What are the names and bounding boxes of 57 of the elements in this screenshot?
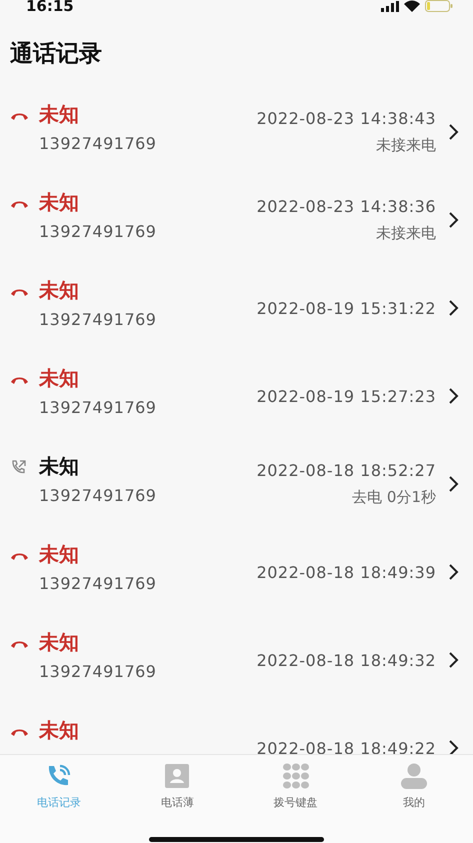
phone-number: 13927491769: [39, 310, 158, 329]
dialpad-icon: [282, 763, 310, 789]
tab[interactable]: 电话薄: [118, 755, 236, 815]
call-record-row[interactable]: 未知 13927491769 2022-08-18 18:49:32: [0, 616, 473, 704]
caller-name: 未知: [39, 541, 79, 568]
phone-number: 13927491769: [39, 222, 158, 241]
chevron-right-icon[interactable]: [448, 475, 459, 493]
phone-number: 13927491769: [39, 486, 158, 505]
call-record-row[interactable]: 未知 13927491769 2022-08-23 14:38:36 未接来电: [0, 176, 473, 264]
caller-name: 未知: [39, 453, 79, 480]
caller-name: 未知: [39, 277, 79, 304]
call-detail: 去电 0分1秒: [352, 488, 436, 507]
battery-icon: [425, 0, 453, 12]
chevron-right-icon[interactable]: [448, 563, 459, 581]
tab[interactable]: 我的: [354, 755, 473, 815]
tab-label: 电话薄: [160, 795, 194, 810]
call-record-row[interactable]: 未知 13927491769 2022-08-23 14:38:43 未接来电: [0, 88, 473, 176]
caller-name: 未知: [39, 101, 79, 128]
call-datetime: 2022-08-18 18:52:27: [256, 461, 436, 480]
tab[interactable]: 拨号键盘: [236, 755, 355, 815]
chevron-right-icon[interactable]: [448, 651, 459, 669]
call-detail: 未接来电: [376, 136, 436, 155]
chevron-right-icon[interactable]: [448, 739, 459, 754]
contact-book-icon: [164, 763, 190, 789]
call-record-row[interactable]: 未知 2022-08-18 18:49:22: [0, 704, 473, 754]
call-datetime: 2022-08-18 18:49:39: [256, 562, 436, 582]
page-title: 通话记录: [10, 40, 102, 68]
chevron-right-icon[interactable]: [448, 123, 459, 141]
signal-icon: [381, 0, 399, 12]
caller-name: 未知: [39, 365, 79, 392]
caller-name: 未知: [39, 189, 79, 216]
caller-name: 未知: [39, 717, 79, 744]
call-record-row[interactable]: 未知 13927491769 2022-08-19 15:31:22: [0, 264, 473, 352]
tab-label: 拨号键盘: [274, 795, 318, 810]
call-record-row[interactable]: 未知 13927491769 2022-08-18 18:49:39: [0, 528, 473, 616]
chevron-right-icon[interactable]: [448, 299, 459, 317]
phone-number: 13927491769: [39, 134, 158, 153]
phone-number: 13927491769: [39, 662, 158, 681]
call-datetime: 2022-08-19 15:27:23: [256, 386, 436, 406]
phone-number: 13927491769: [39, 574, 158, 593]
call-datetime: 2022-08-23 14:38:43: [256, 109, 436, 128]
call-datetime: 2022-08-18 18:49:22: [256, 738, 436, 754]
chevron-right-icon[interactable]: [448, 387, 459, 405]
tab-label: 电话记录: [37, 795, 82, 810]
call-datetime: 2022-08-18 18:49:32: [256, 650, 436, 670]
tab-label: 我的: [402, 795, 425, 810]
phone-number: 13927491769: [39, 398, 158, 417]
status-time: 16:15: [26, 0, 74, 12]
call-detail: 未接来电: [376, 224, 436, 243]
call-datetime: 2022-08-23 14:38:36: [256, 197, 436, 216]
wifi-icon: [404, 0, 420, 12]
call-record-row[interactable]: 未知 13927491769 2022-08-18 18:52:27 去电 0分1秒: [0, 440, 473, 528]
caller-name: 未知: [39, 629, 79, 656]
chevron-right-icon[interactable]: [448, 211, 459, 229]
call-datetime: 2022-08-19 15:31:22: [256, 298, 436, 318]
person-icon: [400, 763, 428, 789]
call-record-row[interactable]: 未知 13927491769 2022-08-19 15:27:23: [0, 352, 473, 440]
